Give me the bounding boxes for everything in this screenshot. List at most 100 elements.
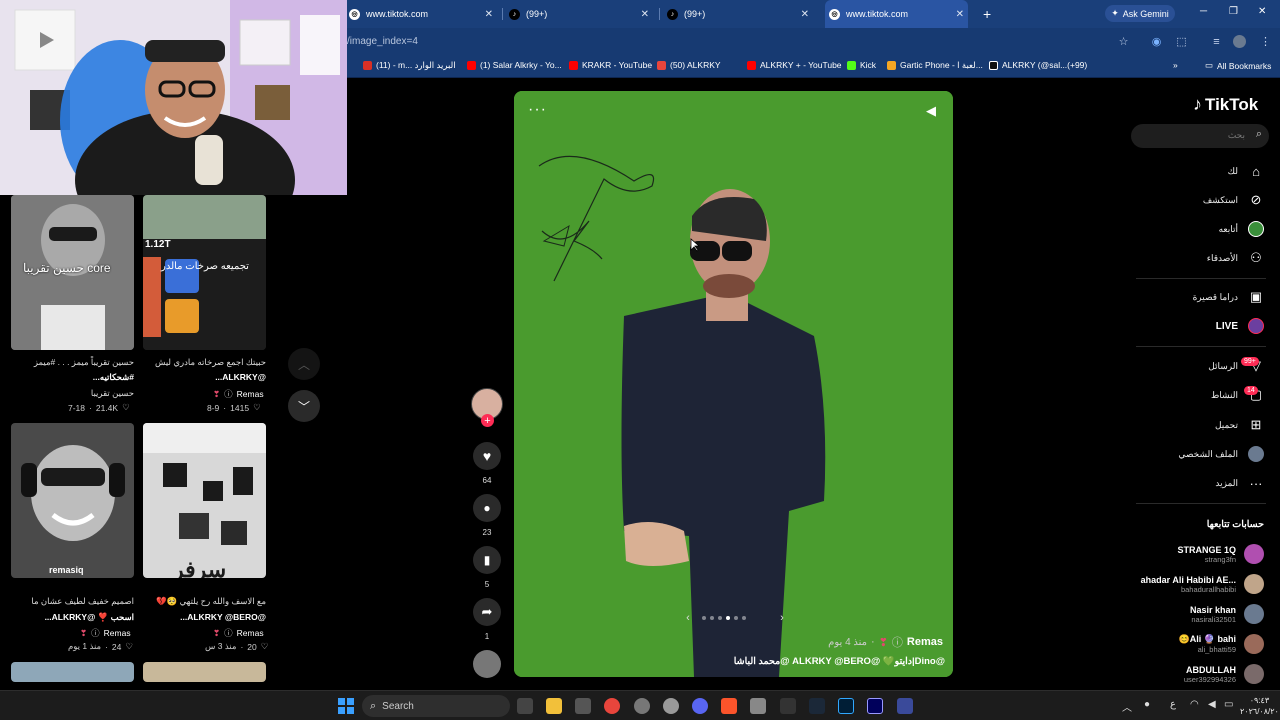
extensions-icon[interactable]: ⬚ <box>1175 35 1188 48</box>
video-card[interactable] <box>143 662 266 682</box>
store-icon[interactable] <box>575 698 591 714</box>
taskbar-clock[interactable]: ٠٩:٤٣ ٢٠٢٦/٠٨/٢٠ <box>1240 695 1279 717</box>
close-icon[interactable]: ✕ <box>801 9 809 20</box>
bookmark-youtube-salar[interactable]: (1) Salar Alkrky - Yo... <box>467 60 562 70</box>
video-caption[interactable]: @ALKRKY @BERO... <box>143 612 266 622</box>
video-author-row[interactable]: ❣ ⓘ Remas <box>213 388 264 400</box>
carousel-dot[interactable] <box>742 616 746 620</box>
new-tab-button[interactable]: + <box>983 0 995 28</box>
tab-tiktok-2[interactable]: ♪ (99+) ✕ <box>509 0 649 28</box>
video-card[interactable]: 1.12T تجميعه صرخات مالدر <box>143 195 266 350</box>
follow-button[interactable]: + <box>481 414 494 427</box>
tiktok-logo[interactable]: ♪ TikTok <box>1193 94 1258 115</box>
sound-disc-avatar[interactable] <box>473 650 501 678</box>
following-account[interactable]: Nasir khan nasirali32501 <box>1190 602 1264 626</box>
app-icon[interactable] <box>897 698 913 714</box>
ask-gemini-button[interactable]: ✦ Ask Gemini <box>1105 5 1175 22</box>
video-caption[interactable]: حسين تقريباً ميمز . . . #ميمز <box>11 357 134 368</box>
video-caption[interactable]: مع الاسف والله رح يلتهي 🥺💔 <box>143 596 266 607</box>
following-account[interactable]: STRANGE 1Q strang3fn <box>1177 542 1264 566</box>
video-caption[interactable]: اسحب ❣️ @ALKRKY... <box>11 612 134 623</box>
language-indicator[interactable]: ع <box>1170 699 1176 710</box>
minimize-icon[interactable]: ─ <box>1200 6 1207 17</box>
video-card[interactable]: remasiq <box>11 423 134 578</box>
carousel-dot[interactable] <box>718 616 722 620</box>
close-icon[interactable]: ✕ <box>485 9 493 20</box>
extension-audio-icon[interactable]: ◉ <box>1150 35 1163 48</box>
video-card[interactable]: سرفر <box>143 423 266 578</box>
close-icon[interactable]: ✕ <box>641 9 649 20</box>
bookmarks-overflow-icon[interactable]: » <box>1173 60 1178 70</box>
photo-carousel[interactable]: ··· ◀︎ ‹ › منذ 4 يوم · ❣ ⓘ Remas @Dino|د… <box>514 91 953 677</box>
steam-icon[interactable] <box>809 698 825 714</box>
like-button[interactable]: ♥ <box>473 442 501 470</box>
search-box[interactable]: بحث ⌕ <box>1131 124 1269 148</box>
microphone-icon[interactable]: ● <box>1144 699 1150 710</box>
discord-icon[interactable] <box>692 698 708 714</box>
following-account[interactable]: ABDULLAH user392994326 <box>1184 662 1264 686</box>
carousel-prev-button[interactable]: ‹ <box>678 610 698 626</box>
nav-following[interactable]: أتابعه <box>1219 221 1264 237</box>
bookmark-gmail[interactable]: (11) - m... البريد الوارد <box>363 60 456 71</box>
tray-chevron-up-icon[interactable]: ︿ <box>1122 699 1132 714</box>
nav-profile[interactable]: الملف الشخصي <box>1178 446 1264 462</box>
capcut-icon[interactable] <box>780 698 796 714</box>
save-button[interactable]: ▮ <box>473 546 501 574</box>
tab-tiktok-3[interactable]: ♪ (99+) ✕ <box>667 0 809 28</box>
nav-live[interactable]: LIVE <box>1216 318 1264 334</box>
video-card[interactable]: حسين تقريبا core <box>11 195 134 350</box>
carousel-dot[interactable] <box>734 616 738 620</box>
bookmark-gartic[interactable]: Gartic Phone - لعبة ا... <box>887 60 983 71</box>
photoshop-icon[interactable] <box>838 698 854 714</box>
close-icon[interactable]: ✕ <box>956 9 964 20</box>
url-field[interactable]: /image_index=4 <box>347 36 418 47</box>
search-icon[interactable]: ⌕ <box>1256 128 1262 141</box>
bookmark-kick[interactable]: Kick <box>847 60 876 70</box>
carousel-dot[interactable] <box>702 616 706 620</box>
post-author[interactable]: Remas <box>907 636 943 648</box>
nav-upload[interactable]: ⊞ تحميل <box>1215 417 1264 433</box>
next-video-button[interactable]: ﹀ <box>288 390 320 422</box>
following-account[interactable]: ahadar Ali Habibi AE... bahadurallhabibi <box>1141 572 1264 596</box>
file-explorer-icon[interactable] <box>546 698 562 714</box>
windows-start-icon[interactable] <box>338 698 354 714</box>
comment-button[interactable]: ● <box>473 494 501 522</box>
video-author-row[interactable]: ❣ ⓘ Remas <box>80 627 131 639</box>
carousel-dot[interactable] <box>710 616 714 620</box>
previous-video-button[interactable]: ︿ <box>288 348 320 380</box>
nav-short-drama[interactable]: ▣ دراما قصيرة <box>1193 289 1264 305</box>
nav-friends[interactable]: ⚇ الأصدقاء <box>1207 250 1264 266</box>
video-card[interactable] <box>11 662 134 682</box>
app-icon[interactable] <box>750 698 766 714</box>
post-caption[interactable]: @Dino|دايتو💚 @ALKRKY @BERO @محمد الباشا <box>734 656 945 667</box>
wifi-icon[interactable]: ◠ <box>1190 699 1199 710</box>
video-caption[interactable]: حبيتك اجمع صرخاته مادري ليش <box>143 357 266 368</box>
bookmark-youtube-alkrky[interactable]: ALKRKY + - YouTube <box>747 60 842 70</box>
task-view-icon[interactable] <box>517 698 533 714</box>
bookmark-alkrky-50[interactable]: (50) ALKRKY <box>657 60 721 70</box>
bookmark-youtube-krakr[interactable]: KRAKR - YouTube <box>569 60 652 70</box>
restore-icon[interactable]: ❐ <box>1229 6 1238 17</box>
video-author[interactable]: حسين تقريبا <box>11 388 134 399</box>
video-author-row[interactable]: ❣ ⓘ Remas <box>213 627 264 639</box>
speaker-icon[interactable]: ◀ <box>1208 699 1216 710</box>
nav-explore[interactable]: ⊘ استكشف <box>1203 192 1264 208</box>
share-button[interactable]: ➦ <box>473 598 501 626</box>
video-caption[interactable]: #شحكاتيه... <box>11 372 134 383</box>
video-caption[interactable]: اصميم خفيف لطيف عشان ما <box>11 596 134 607</box>
obs-icon[interactable] <box>663 698 679 714</box>
brave-icon[interactable] <box>721 698 737 714</box>
app-icon[interactable] <box>634 698 650 714</box>
bookmark-star-icon[interactable]: ☆ <box>1117 35 1130 48</box>
window-close-icon[interactable]: ✕ <box>1258 6 1266 17</box>
following-account[interactable]: 😊Ali 🔮 bahi ali_bhatti59 <box>1179 632 1264 656</box>
premiere-icon[interactable] <box>867 698 883 714</box>
media-controls-icon[interactable]: ≡ <box>1210 35 1223 48</box>
more-options-icon[interactable]: ··· <box>528 101 547 119</box>
all-bookmarks-button[interactable]: ▭ All Bookmarks <box>1205 60 1271 71</box>
battery-icon[interactable]: ▭ <box>1224 699 1233 710</box>
chrome-icon[interactable] <box>604 698 620 714</box>
tab-tiktok-active[interactable]: ◎ www.tiktok.com ✕ <box>825 0 968 28</box>
video-caption[interactable]: @ALKRKY... <box>143 372 266 382</box>
bookmark-tiktok[interactable]: ALKRKY (@sal...(+99) <box>989 60 1087 70</box>
